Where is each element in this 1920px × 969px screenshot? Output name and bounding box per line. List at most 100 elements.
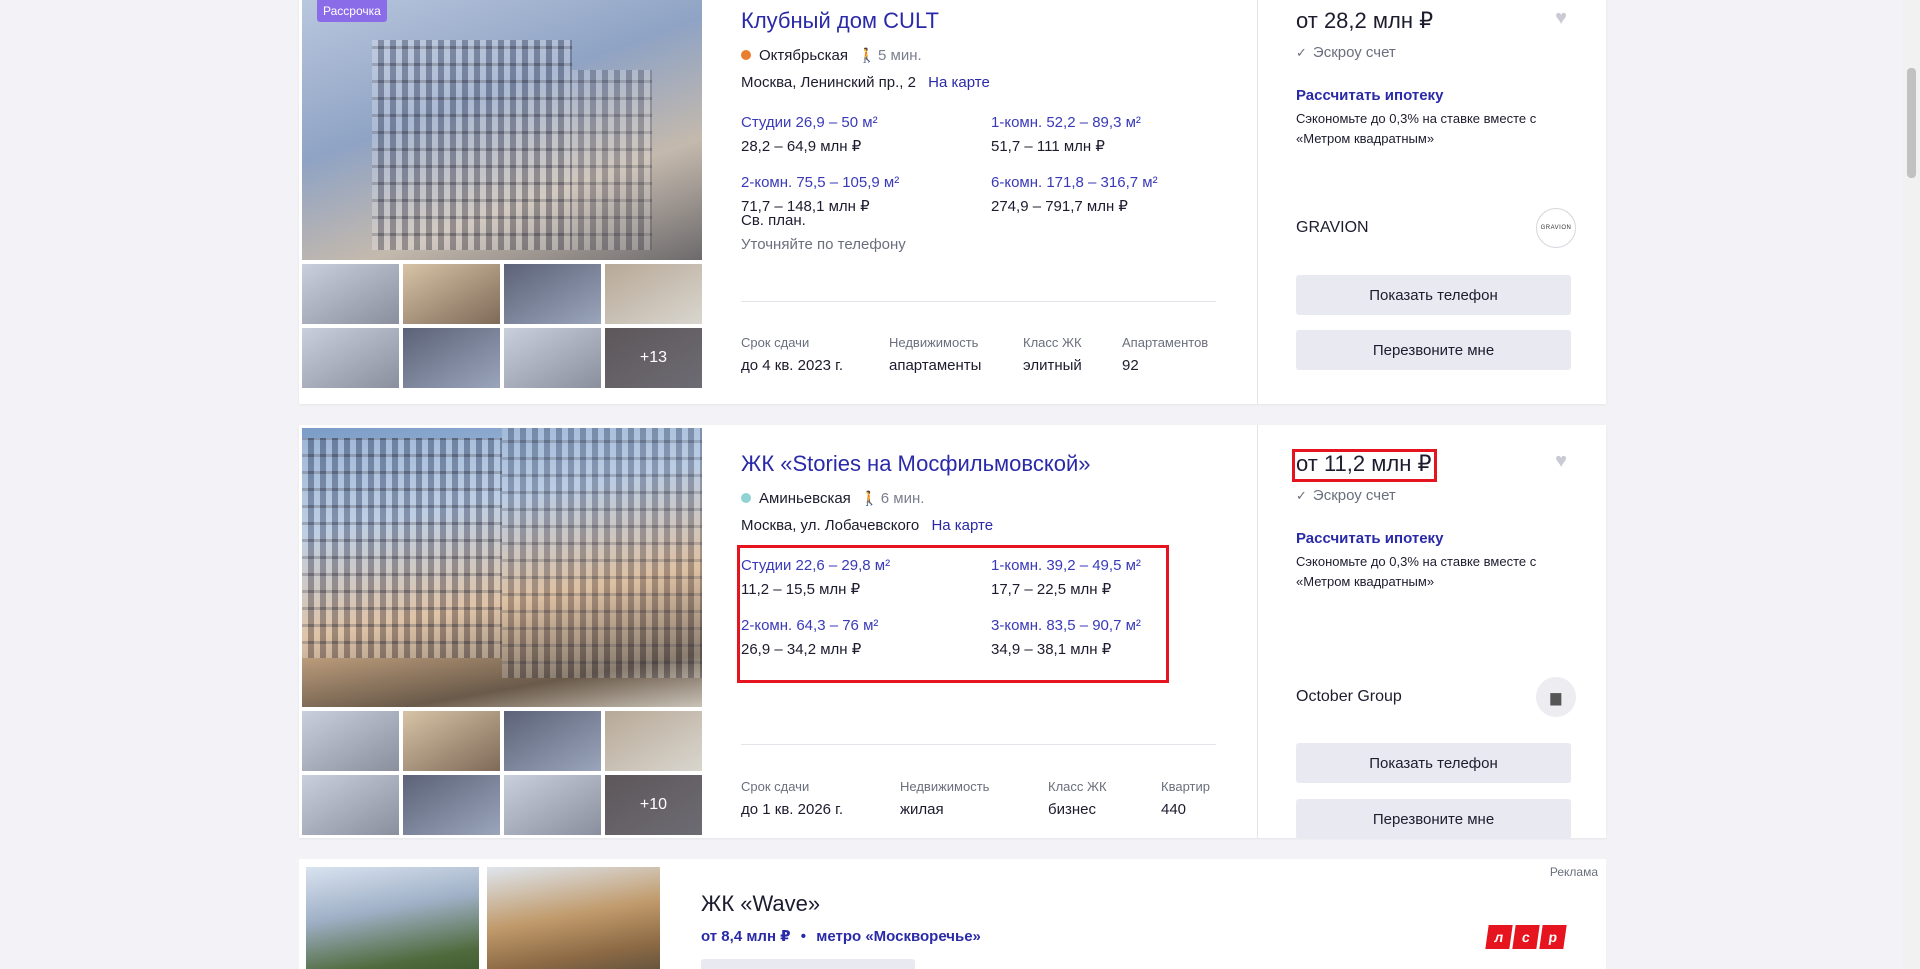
spec-value: 92 xyxy=(1122,357,1139,374)
spec-item: Класс ЖК элитный xyxy=(1023,335,1082,375)
flat-type: 6-комн. 171,8 – 316,7 м² xyxy=(991,174,1158,191)
divider xyxy=(741,744,1216,745)
free-layout-info: Св. план. Уточняйте по телефону xyxy=(741,209,906,257)
ad-separator: • xyxy=(800,928,807,945)
metro-line-icon xyxy=(741,493,751,503)
spec-value: апартаменты xyxy=(889,357,982,374)
thumbnail[interactable] xyxy=(302,328,399,388)
listing-info: ЖК «Stories на Мосфильмовской» Аминьевск… xyxy=(741,451,1216,658)
listing-info: Клубный дом CULT Октябрьская 🚶 5 мин. Мо… xyxy=(741,8,1216,215)
flat-price: 34,9 – 38,1 млн ₽ xyxy=(991,641,1112,658)
spec-item: Недвижимость жилая xyxy=(900,779,989,819)
check-icon: ✓ xyxy=(1296,45,1307,60)
mortgage-link[interactable]: Рассчитать ипотеку xyxy=(1296,530,1576,548)
thumbnail[interactable] xyxy=(403,328,500,388)
ad-photo[interactable] xyxy=(306,867,479,969)
flat-option[interactable]: 6-комн. 171,8 – 316,7 м² 274,9 – 791,7 м… xyxy=(991,174,1231,216)
map-link[interactable]: На карте xyxy=(928,74,990,91)
column-divider xyxy=(1257,0,1258,404)
ad-title[interactable]: ЖК «Wave» xyxy=(701,891,820,917)
flat-price: 26,9 – 34,2 млн ₽ xyxy=(741,641,862,658)
flat-price: 274,9 – 791,7 млн ₽ xyxy=(991,198,1128,215)
escrow-label: Эскроу счет xyxy=(1312,487,1396,504)
developer-row[interactable]: GRAVION GRAVION xyxy=(1296,208,1576,248)
ad-card[interactable]: ЖК «Wave» от 8,4 млн ₽ • метро «Москворе… xyxy=(299,859,1606,969)
spec-label: Срок сдачи xyxy=(741,779,810,794)
developer-name[interactable]: GRAVION xyxy=(1296,219,1369,237)
thumbnail-more[interactable]: +13 xyxy=(605,328,702,388)
mortgage-link[interactable]: Рассчитать ипотеку xyxy=(1296,87,1576,105)
thumbnail[interactable] xyxy=(302,264,399,324)
ad-metro: метро «Москворечье» xyxy=(816,928,981,945)
flat-price: 11,2 – 15,5 млн ₽ xyxy=(741,581,861,598)
spec-item: Срок сдачи до 1 кв. 2026 г. xyxy=(741,779,843,819)
logo-letter: с xyxy=(1512,925,1540,949)
developer-logo[interactable]: GRAVION xyxy=(1536,208,1576,248)
scrollbar[interactable] xyxy=(1903,0,1920,969)
spec-label: Срок сдачи xyxy=(741,335,810,350)
spec-label: Класс ЖК xyxy=(1023,335,1082,350)
spec-value: до 4 кв. 2023 г. xyxy=(741,357,843,374)
flat-type: 1-комн. 39,2 – 49,5 м² xyxy=(991,557,1141,574)
listing-title[interactable]: Клубный дом CULT xyxy=(741,8,1216,34)
callback-button[interactable]: Перезвоните мне xyxy=(1296,799,1571,839)
thumbnail[interactable] xyxy=(403,711,500,771)
listing-sidebar: от 11,2 млн ₽ ♥ ✓ Эскроу счет Рассчитать … xyxy=(1296,451,1576,839)
building-image xyxy=(302,438,502,658)
show-phone-button[interactable]: Показать телефон xyxy=(1296,275,1571,315)
flat-price: 28,2 – 64,9 млн ₽ xyxy=(741,138,862,155)
more-photos-count: +13 xyxy=(605,328,702,388)
ad-subtitle: от 8,4 млн ₽ • метро «Москворечье» xyxy=(701,927,981,945)
spec-label: Квартир xyxy=(1161,779,1210,794)
map-link[interactable]: На карте xyxy=(931,517,993,534)
flat-type: 2-комн. 75,5 – 105,9 м² xyxy=(741,174,900,191)
callback-button[interactable]: Перезвоните мне xyxy=(1296,330,1571,370)
listing-price: от 11,2 млн ₽ xyxy=(1296,451,1432,476)
metro-row: Октябрьская 🚶 5 мин. xyxy=(741,46,1216,64)
more-photos-count: +10 xyxy=(605,775,702,835)
flat-price: 17,7 – 22,5 млн ₽ xyxy=(991,581,1112,598)
developer-name[interactable]: October Group xyxy=(1296,688,1402,706)
building-image xyxy=(572,70,652,250)
listing-title[interactable]: ЖК «Stories на Мосфильмовской» xyxy=(741,451,1216,477)
spec-item: Квартир 440 xyxy=(1161,779,1210,819)
flat-option[interactable]: 1-комн. 52,2 – 89,3 м² 51,7 – 111 млн ₽ xyxy=(991,114,1231,156)
flat-option[interactable]: 2-комн. 64,3 – 76 м² 26,9 – 34,2 млн ₽ xyxy=(741,617,981,659)
flat-option[interactable]: Студии 26,9 – 50 м² 28,2 – 64,9 млн ₽ xyxy=(741,114,981,156)
thumbnail[interactable] xyxy=(504,775,601,835)
developer-row[interactable]: October Group ▆ xyxy=(1296,677,1576,717)
scrollbar-thumb[interactable] xyxy=(1907,68,1916,178)
building-icon[interactable]: ▆ xyxy=(1536,677,1576,717)
listing-sidebar: от 28,2 млн ₽ ♥ ✓ Эскроу счет Рассчитать … xyxy=(1296,8,1576,370)
thumbnail[interactable] xyxy=(504,711,601,771)
flat-option[interactable]: 1-комн. 39,2 – 49,5 м² 17,7 – 22,5 млн ₽ xyxy=(991,557,1231,599)
building-image xyxy=(502,428,702,678)
listing-main-photo[interactable] xyxy=(302,428,702,707)
thumbnail-grid: +13 xyxy=(302,264,702,388)
spec-item: Класс ЖК бизнес xyxy=(1048,779,1107,819)
lsr-logo: л с р xyxy=(1485,925,1567,949)
thumbnail-more[interactable]: +10 xyxy=(605,775,702,835)
flat-option[interactable]: 3-комн. 83,5 – 90,7 м² 34,9 – 38,1 млн ₽ xyxy=(991,617,1231,659)
ad-button[interactable] xyxy=(701,959,915,969)
ad-photo[interactable] xyxy=(487,867,660,969)
thumbnail[interactable] xyxy=(504,264,601,324)
escrow-row: ✓ Эскроу счет xyxy=(1296,44,1576,62)
thumbnail[interactable] xyxy=(403,264,500,324)
thumbnail[interactable] xyxy=(605,711,702,771)
listing-main-photo[interactable] xyxy=(302,0,702,260)
ad-label: Реклама xyxy=(1549,865,1598,879)
heart-icon[interactable]: ♥ xyxy=(1551,451,1571,471)
mortgage-text: Сэкономьте до 0,3% на ставке вместе с «М… xyxy=(1296,111,1537,146)
thumbnail[interactable] xyxy=(403,775,500,835)
spec-label: Класс ЖК xyxy=(1048,779,1107,794)
thumbnail[interactable] xyxy=(302,711,399,771)
thumbnail[interactable] xyxy=(504,328,601,388)
metro-line-icon xyxy=(741,50,751,60)
show-phone-button[interactable]: Показать телефон xyxy=(1296,743,1571,783)
flat-option[interactable]: Студии 22,6 – 29,8 м² 11,2 – 15,5 млн ₽ xyxy=(741,557,981,599)
heart-icon[interactable]: ♥ xyxy=(1551,8,1571,28)
spec-item: Апартаментов 92 xyxy=(1122,335,1208,375)
thumbnail[interactable] xyxy=(605,264,702,324)
thumbnail[interactable] xyxy=(302,775,399,835)
